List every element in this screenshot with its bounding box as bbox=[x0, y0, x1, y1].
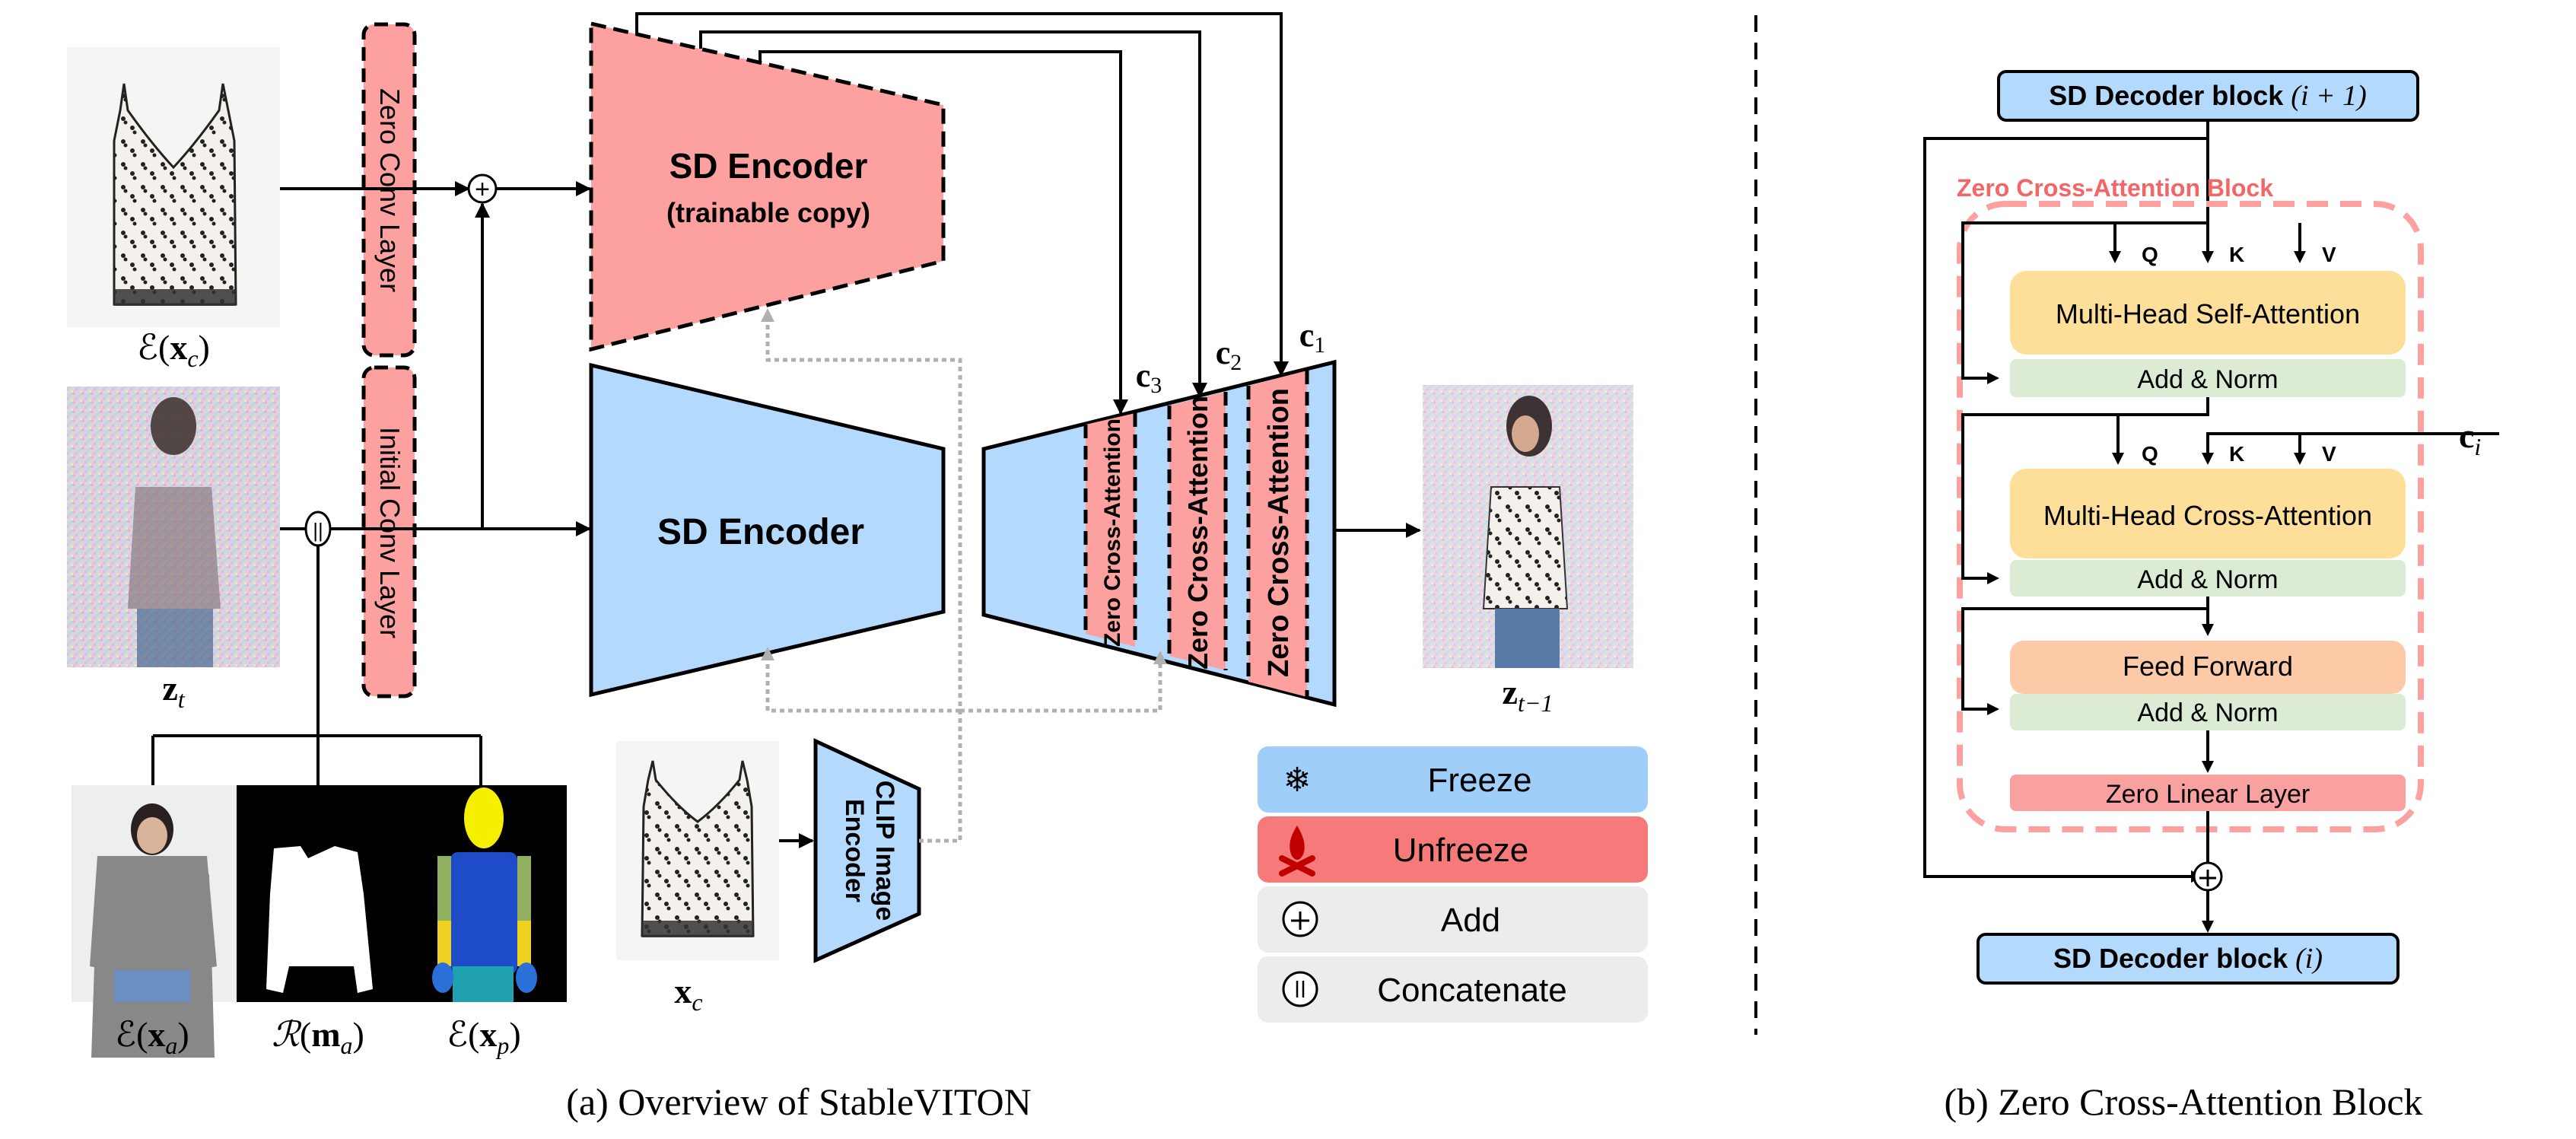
svg-text:Concatenate: Concatenate bbox=[1377, 972, 1567, 1009]
multi-head-cross-attention: Multi-Head Cross-Attention bbox=[2010, 469, 2406, 558]
svg-text:Zero Cross-Attention: Zero Cross-Attention bbox=[1100, 418, 1125, 647]
svg-text:Add & Norm: Add & Norm bbox=[2137, 565, 2278, 594]
q-label-cross: Q bbox=[2142, 442, 2158, 466]
svg-text:SD Encoder: SD Encoder bbox=[657, 512, 864, 552]
legend-add: Add bbox=[1258, 886, 1648, 953]
garment-image-label: xc bbox=[674, 972, 702, 1016]
feed-forward: Feed Forward bbox=[2010, 641, 2406, 694]
garment-image bbox=[616, 741, 779, 960]
zero-cross-attention-panel: SD Decoder block (i + 1) Zero Cross-Atte… bbox=[1923, 70, 2499, 1123]
zero-cross-attention-2: Zero Cross-Attention bbox=[1182, 396, 1213, 670]
svg-text:xc: xc bbox=[674, 972, 702, 1016]
svg-text:Zero Conv Layer: Zero Conv Layer bbox=[374, 88, 405, 292]
sd-decoder-block-in: SD Decoder block (i + 1) bbox=[1997, 70, 2419, 122]
svg-text:CLIP Image: CLIP Image bbox=[870, 781, 899, 921]
agnostic-latent-label: ℰ(xa) bbox=[115, 1015, 189, 1059]
q-label: Q bbox=[2142, 243, 2158, 266]
concat-circle-icon bbox=[1282, 971, 1318, 1007]
pose-latent-label: ℰ(xp) bbox=[447, 1015, 521, 1059]
garment-latent-image bbox=[67, 47, 280, 327]
output-latent-image bbox=[1423, 385, 1633, 668]
svg-text:zt−1: zt−1 bbox=[1503, 673, 1554, 717]
v-label: V bbox=[2322, 243, 2336, 266]
noisy-latent-image bbox=[67, 387, 280, 667]
svg-text:Multi-Head Self-Attention: Multi-Head Self-Attention bbox=[2056, 298, 2360, 329]
add-to-decoder-arrowhead bbox=[2202, 921, 2214, 933]
noisy-latent-label: zt bbox=[162, 669, 185, 713]
add-norm-1: Add & Norm bbox=[2010, 359, 2406, 397]
svg-text:Zero Linear Layer: Zero Linear Layer bbox=[2106, 780, 2310, 809]
caption-a: (a) Overview of StableVITON bbox=[566, 1080, 1031, 1123]
svg-text:Feed Forward: Feed Forward bbox=[2123, 651, 2293, 682]
svg-text:c3: c3 bbox=[1136, 357, 1162, 398]
svg-text:ℰ(xc): ℰ(xc) bbox=[137, 328, 210, 372]
multi-head-self-attention: Multi-Head Self-Attention bbox=[2010, 271, 2406, 355]
condition-label-c1: c1 bbox=[1299, 317, 1326, 358]
garment-latent-label: ℰ(xc) bbox=[137, 328, 210, 372]
svg-text:Zero Cross-Attention: Zero Cross-Attention bbox=[1182, 396, 1213, 670]
legend: ❄ Freeze Unfreeze Add Concatenate bbox=[1258, 746, 1648, 1023]
legend-freeze: ❄ Freeze bbox=[1258, 746, 1648, 813]
v-label-cross: V bbox=[2322, 442, 2336, 466]
svg-text:ℛ(ma): ℛ(ma) bbox=[272, 1015, 364, 1059]
svg-text:SD Decoder block (i): SD Decoder block (i) bbox=[2053, 943, 2323, 975]
trainable-sd-encoder: SD Encoder (trainable copy) bbox=[589, 21, 946, 352]
add-circle-icon bbox=[1282, 901, 1318, 937]
svg-text:(trainable copy): (trainable copy) bbox=[666, 197, 870, 228]
zero-linear-layer: Zero Linear Layer bbox=[2010, 775, 2406, 811]
pose-latent-image bbox=[399, 785, 567, 1002]
k-label-cross: K bbox=[2229, 442, 2244, 466]
sd-decoder-block-out: SD Decoder block (i) bbox=[1977, 933, 2399, 985]
condition-label-c2: c2 bbox=[1216, 334, 1242, 375]
add-norm-2: Add & Norm bbox=[2010, 560, 2406, 597]
stableviton-figure: ℰ(xc) zt Zero Conv Layer Initial Conv La… bbox=[67, 12, 2499, 1123]
zero-cross-attention-3: Zero Cross-Attention bbox=[1100, 418, 1125, 647]
mask-image bbox=[237, 785, 399, 1002]
add-operator: + bbox=[467, 173, 498, 204]
svg-text:Add & Norm: Add & Norm bbox=[2137, 698, 2278, 727]
caption-b: (b) Zero Cross-Attention Block bbox=[1944, 1080, 2422, 1123]
to-zero-linear-arrowhead bbox=[2202, 761, 2214, 773]
svg-text:Add & Norm: Add & Norm bbox=[2137, 365, 2278, 394]
svg-text:Unfreeze: Unfreeze bbox=[1393, 832, 1529, 869]
legend-unfreeze: Unfreeze bbox=[1258, 816, 1648, 883]
svg-text:||: || bbox=[313, 519, 323, 542]
overview-panel: ℰ(xc) zt Zero Conv Layer Initial Conv La… bbox=[67, 12, 1648, 1123]
svg-text:ℰ(xa): ℰ(xa) bbox=[115, 1015, 189, 1059]
mask-label: ℛ(ma) bbox=[272, 1015, 364, 1059]
condition-label-c3: c3 bbox=[1136, 357, 1162, 398]
output-latent-label: zt−1 bbox=[1503, 673, 1554, 717]
snowflake-icon: ❄ bbox=[1283, 762, 1312, 799]
svg-text:ℰ(xp): ℰ(xp) bbox=[447, 1015, 521, 1059]
svg-text:Zero Cross-Attention: Zero Cross-Attention bbox=[1263, 388, 1295, 677]
condition-input-label: ci bbox=[2459, 416, 2481, 460]
block-title: Zero Cross-Attention Block bbox=[1957, 174, 2273, 202]
svg-text:zt: zt bbox=[162, 669, 185, 713]
add-norm-3: Add & Norm bbox=[2010, 694, 2406, 730]
initial-conv-layer-block: Initial Conv Layer bbox=[361, 365, 417, 698]
sd-encoder: SD Encoder bbox=[589, 362, 946, 698]
add-operator-b bbox=[2193, 861, 2223, 892]
svg-text:c1: c1 bbox=[1299, 317, 1326, 358]
legend-concatenate: Concatenate bbox=[1258, 956, 1648, 1023]
svg-text:Encoder: Encoder bbox=[840, 799, 869, 902]
clip-image-encoder: CLIP Image Encoder bbox=[813, 738, 921, 963]
svg-text:c2: c2 bbox=[1216, 334, 1242, 375]
zero-cross-attention-1: Zero Cross-Attention bbox=[1263, 388, 1295, 677]
svg-text:Multi-Head Cross-Attention: Multi-Head Cross-Attention bbox=[2043, 500, 2372, 531]
svg-text:SD Encoder: SD Encoder bbox=[669, 146, 868, 186]
k-label: K bbox=[2229, 243, 2244, 266]
svg-text:Initial Conv Layer: Initial Conv Layer bbox=[374, 427, 405, 638]
svg-text:SD Decoder block (i + 1): SD Decoder block (i + 1) bbox=[2049, 80, 2367, 112]
concat-operator: || bbox=[304, 511, 332, 547]
svg-text:Add: Add bbox=[1441, 902, 1500, 939]
svg-text:+: + bbox=[475, 175, 490, 204]
svg-text:ci: ci bbox=[2459, 416, 2481, 460]
svg-text:Freeze: Freeze bbox=[1428, 762, 1532, 799]
